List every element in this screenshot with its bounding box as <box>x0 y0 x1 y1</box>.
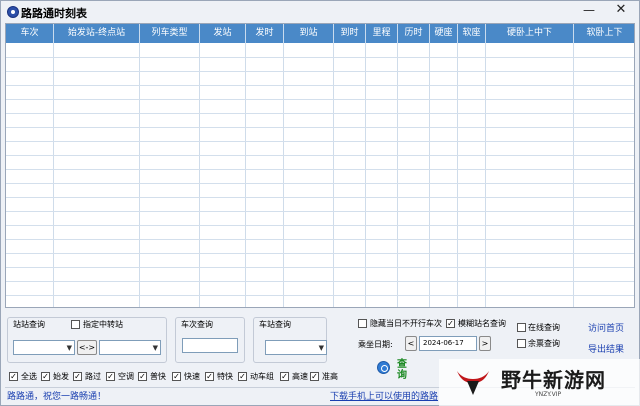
app-logo-icon <box>7 6 19 18</box>
fuzzy-name-label: 模糊站名查询 <box>458 319 506 328</box>
station-query-label: 站站查询 <box>13 320 45 329</box>
column-header[interactable]: 历时 <box>398 24 430 43</box>
train-query-label: 车次查询 <box>181 320 213 329</box>
column-header[interactable]: 里程 <box>366 24 398 43</box>
chevron-down-icon: ▼ <box>152 344 158 352</box>
grid-row-line <box>6 253 634 254</box>
filter-checkbox[interactable]: ✓ <box>106 372 115 381</box>
column-header[interactable]: 软卧上下 <box>574 24 634 43</box>
filter-checkbox[interactable]: ✓ <box>9 372 18 381</box>
grid-row-line <box>6 99 634 100</box>
column-header[interactable]: 列车类型 <box>140 24 200 43</box>
date-field[interactable]: 2024-06-17 <box>419 336 477 351</box>
filter-label: 特快 <box>217 372 233 381</box>
filter-label: 动车组 <box>250 372 274 381</box>
remaining-tickets-label: 余票查询 <box>528 339 560 348</box>
filter-label: 普快 <box>150 372 166 381</box>
column-header[interactable]: 发站 <box>200 24 246 43</box>
close-button[interactable]: ✕ <box>611 3 631 19</box>
filter-checkbox[interactable]: ✓ <box>205 372 214 381</box>
column-header[interactable]: 车次 <box>6 24 54 43</box>
swap-stations-button[interactable]: <-> <box>77 340 97 355</box>
grid-row-line <box>6 295 634 296</box>
grid-row-line <box>6 155 634 156</box>
filter-checkbox[interactable]: ✓ <box>280 372 289 381</box>
grid-row-line <box>6 211 634 212</box>
grid-row-line <box>6 113 634 114</box>
column-header[interactable]: 到时 <box>334 24 366 43</box>
filter-label: 快速 <box>184 372 200 381</box>
filter-checkbox[interactable]: ✓ <box>73 372 82 381</box>
filter-checkbox[interactable]: ✓ <box>310 372 319 381</box>
filter-checkbox[interactable]: ✓ <box>41 372 50 381</box>
column-header[interactable]: 软座 <box>458 24 486 43</box>
query-label: 查询 <box>397 359 407 381</box>
mobile-download-link[interactable]: 下载手机上可以使用的路路 <box>330 389 438 402</box>
next-date-button[interactable]: > <box>479 336 491 351</box>
column-header[interactable]: 到站 <box>284 24 334 43</box>
query-button[interactable]: 查询 <box>375 359 415 385</box>
hide-not-running-label: 隐藏当日不开行车次 <box>370 319 442 328</box>
filter-label: 准高 <box>322 372 338 381</box>
grid-row-line <box>6 169 634 170</box>
transfer-checkbox[interactable] <box>71 320 80 329</box>
column-header[interactable]: 发时 <box>246 24 284 43</box>
search-icon <box>377 361 390 374</box>
filter-label: 路过 <box>85 372 101 381</box>
transfer-label: 指定中转站 <box>83 320 123 329</box>
grid-row-line <box>6 239 634 240</box>
filter-label: 全选 <box>21 372 37 381</box>
to-station-combo[interactable]: ▼ <box>99 340 161 355</box>
timetable-grid[interactable]: 车次 始发站-终点站 列车类型 发站 发时 到站 到时 里程 历时 硬座 软座 硬卧上中下 软卧上下 <box>5 23 635 308</box>
prev-date-button[interactable]: < <box>405 336 417 351</box>
filter-checkbox[interactable]: ✓ <box>172 372 181 381</box>
status-message: 路路通，祝您一路畅通！ <box>7 392 107 402</box>
hide-not-running-checkbox[interactable] <box>358 319 367 328</box>
chevron-down-icon: ▼ <box>66 344 72 352</box>
remaining-tickets-checkbox[interactable] <box>517 339 526 348</box>
watermark: 野牛新游网 YNZY.VIP <box>439 359 640 406</box>
from-station-combo[interactable]: ▼ <box>13 340 75 355</box>
minimize-button[interactable]: — <box>581 3 597 19</box>
grid-header: 车次 始发站-终点站 列车类型 发站 发时 到站 到时 里程 历时 硬座 软座 硬卧上中下 软卧上下 <box>6 24 634 43</box>
watermark-subtext: YNZY.VIP <box>535 391 562 398</box>
station-combo[interactable]: ▼ <box>265 340 327 355</box>
grid-row-line <box>6 57 634 58</box>
train-number-input[interactable] <box>182 338 238 353</box>
station-search-label: 车站查询 <box>259 320 291 329</box>
grid-row-line <box>6 141 634 142</box>
watermark-text: 野牛新游网 <box>501 368 606 392</box>
online-query-checkbox[interactable] <box>517 323 526 332</box>
title-bar: 路路通时刻表 — ✕ <box>1 1 639 23</box>
export-link[interactable]: 导出结果 <box>588 342 624 355</box>
column-header[interactable]: 硬卧上中下 <box>486 24 574 43</box>
grid-row-line <box>6 267 634 268</box>
column-header[interactable]: 始发站-终点站 <box>54 24 140 43</box>
app-window: 路路通时刻表 — ✕ 车次 始发站-终点站 列车类型 发站 发时 到站 到时 里程 历时 硬座 软座… <box>0 0 640 406</box>
date-label: 乘坐日期: <box>358 340 393 349</box>
grid-row-line <box>6 183 634 184</box>
home-link[interactable]: 访问首页 <box>588 321 624 334</box>
fuzzy-name-checkbox[interactable]: ✓ <box>446 319 455 328</box>
grid-row-line <box>6 71 634 72</box>
filter-label: 始发 <box>53 372 69 381</box>
filter-checkbox[interactable]: ✓ <box>238 372 247 381</box>
window-title: 路路通时刻表 <box>21 7 87 20</box>
grid-row-line <box>6 85 634 86</box>
bull-logo-icon <box>457 371 489 395</box>
grid-row-line <box>6 281 634 282</box>
grid-row-line <box>6 225 634 226</box>
filter-label: 空调 <box>118 372 134 381</box>
filter-checkbox[interactable]: ✓ <box>138 372 147 381</box>
grid-row-line <box>6 197 634 198</box>
column-header[interactable]: 硬座 <box>430 24 458 43</box>
filter-label: 高速 <box>292 372 308 381</box>
online-query-label: 在线查询 <box>528 323 560 332</box>
chevron-down-icon: ▼ <box>318 344 324 352</box>
grid-row-line <box>6 127 634 128</box>
